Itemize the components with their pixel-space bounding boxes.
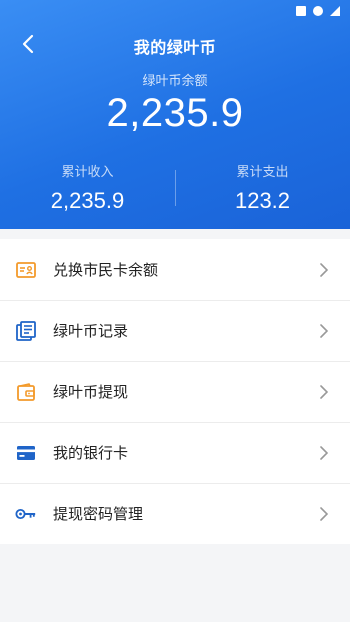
balance-header: 我的绿叶币 绿叶币余额 2,235.9 累计收入 2,235.9 累计支出 12… [0, 0, 350, 229]
id-card-icon [15, 259, 37, 281]
chevron-right-icon [320, 384, 330, 400]
triangle-icon [330, 6, 340, 16]
expense-label: 累计支出 [236, 165, 289, 180]
square-icon [296, 6, 306, 16]
menu-list: 兑换市民卡余额 绿叶币记录 绿叶币提现 我的银行卡 提现密码管理 [0, 239, 350, 544]
chevron-right-icon [320, 506, 330, 522]
menu-item-label: 提现密码管理 [53, 505, 144, 523]
menu-item-bank-card[interactable]: 我的银行卡 [0, 422, 350, 483]
wallet-icon [15, 381, 37, 403]
menu-item-withdraw-password[interactable]: 提现密码管理 [0, 483, 350, 544]
income-value: 2,235.9 [50, 188, 125, 213]
income-stat: 累计收入 2,235.9 [0, 161, 175, 214]
menu-item-coin-withdraw[interactable]: 绿叶币提现 [0, 361, 350, 422]
chevron-right-icon [320, 262, 330, 278]
document-list-icon [15, 320, 37, 342]
status-bar-icons [296, 6, 340, 16]
chevron-right-icon [320, 323, 330, 339]
menu-item-label: 绿叶币记录 [53, 322, 129, 340]
key-icon [15, 503, 37, 525]
page-title: 我的绿叶币 [133, 38, 217, 57]
income-label: 累计收入 [61, 165, 114, 180]
expense-stat: 累计支出 123.2 [175, 161, 350, 214]
expense-value: 123.2 [234, 188, 291, 213]
menu-item-exchange-card[interactable]: 兑换市民卡余额 [0, 239, 350, 300]
menu-item-coin-records[interactable]: 绿叶币记录 [0, 300, 350, 361]
circle-icon [313, 6, 323, 16]
balance-label: 绿叶币余额 [142, 74, 208, 89]
menu-item-label: 绿叶币提现 [53, 383, 129, 401]
menu-item-label: 我的银行卡 [53, 444, 129, 462]
chevron-right-icon [320, 445, 330, 461]
bank-card-icon [15, 442, 37, 464]
balance-value: 2,235.9 [106, 91, 244, 135]
menu-item-label: 兑换市民卡余额 [53, 261, 159, 279]
